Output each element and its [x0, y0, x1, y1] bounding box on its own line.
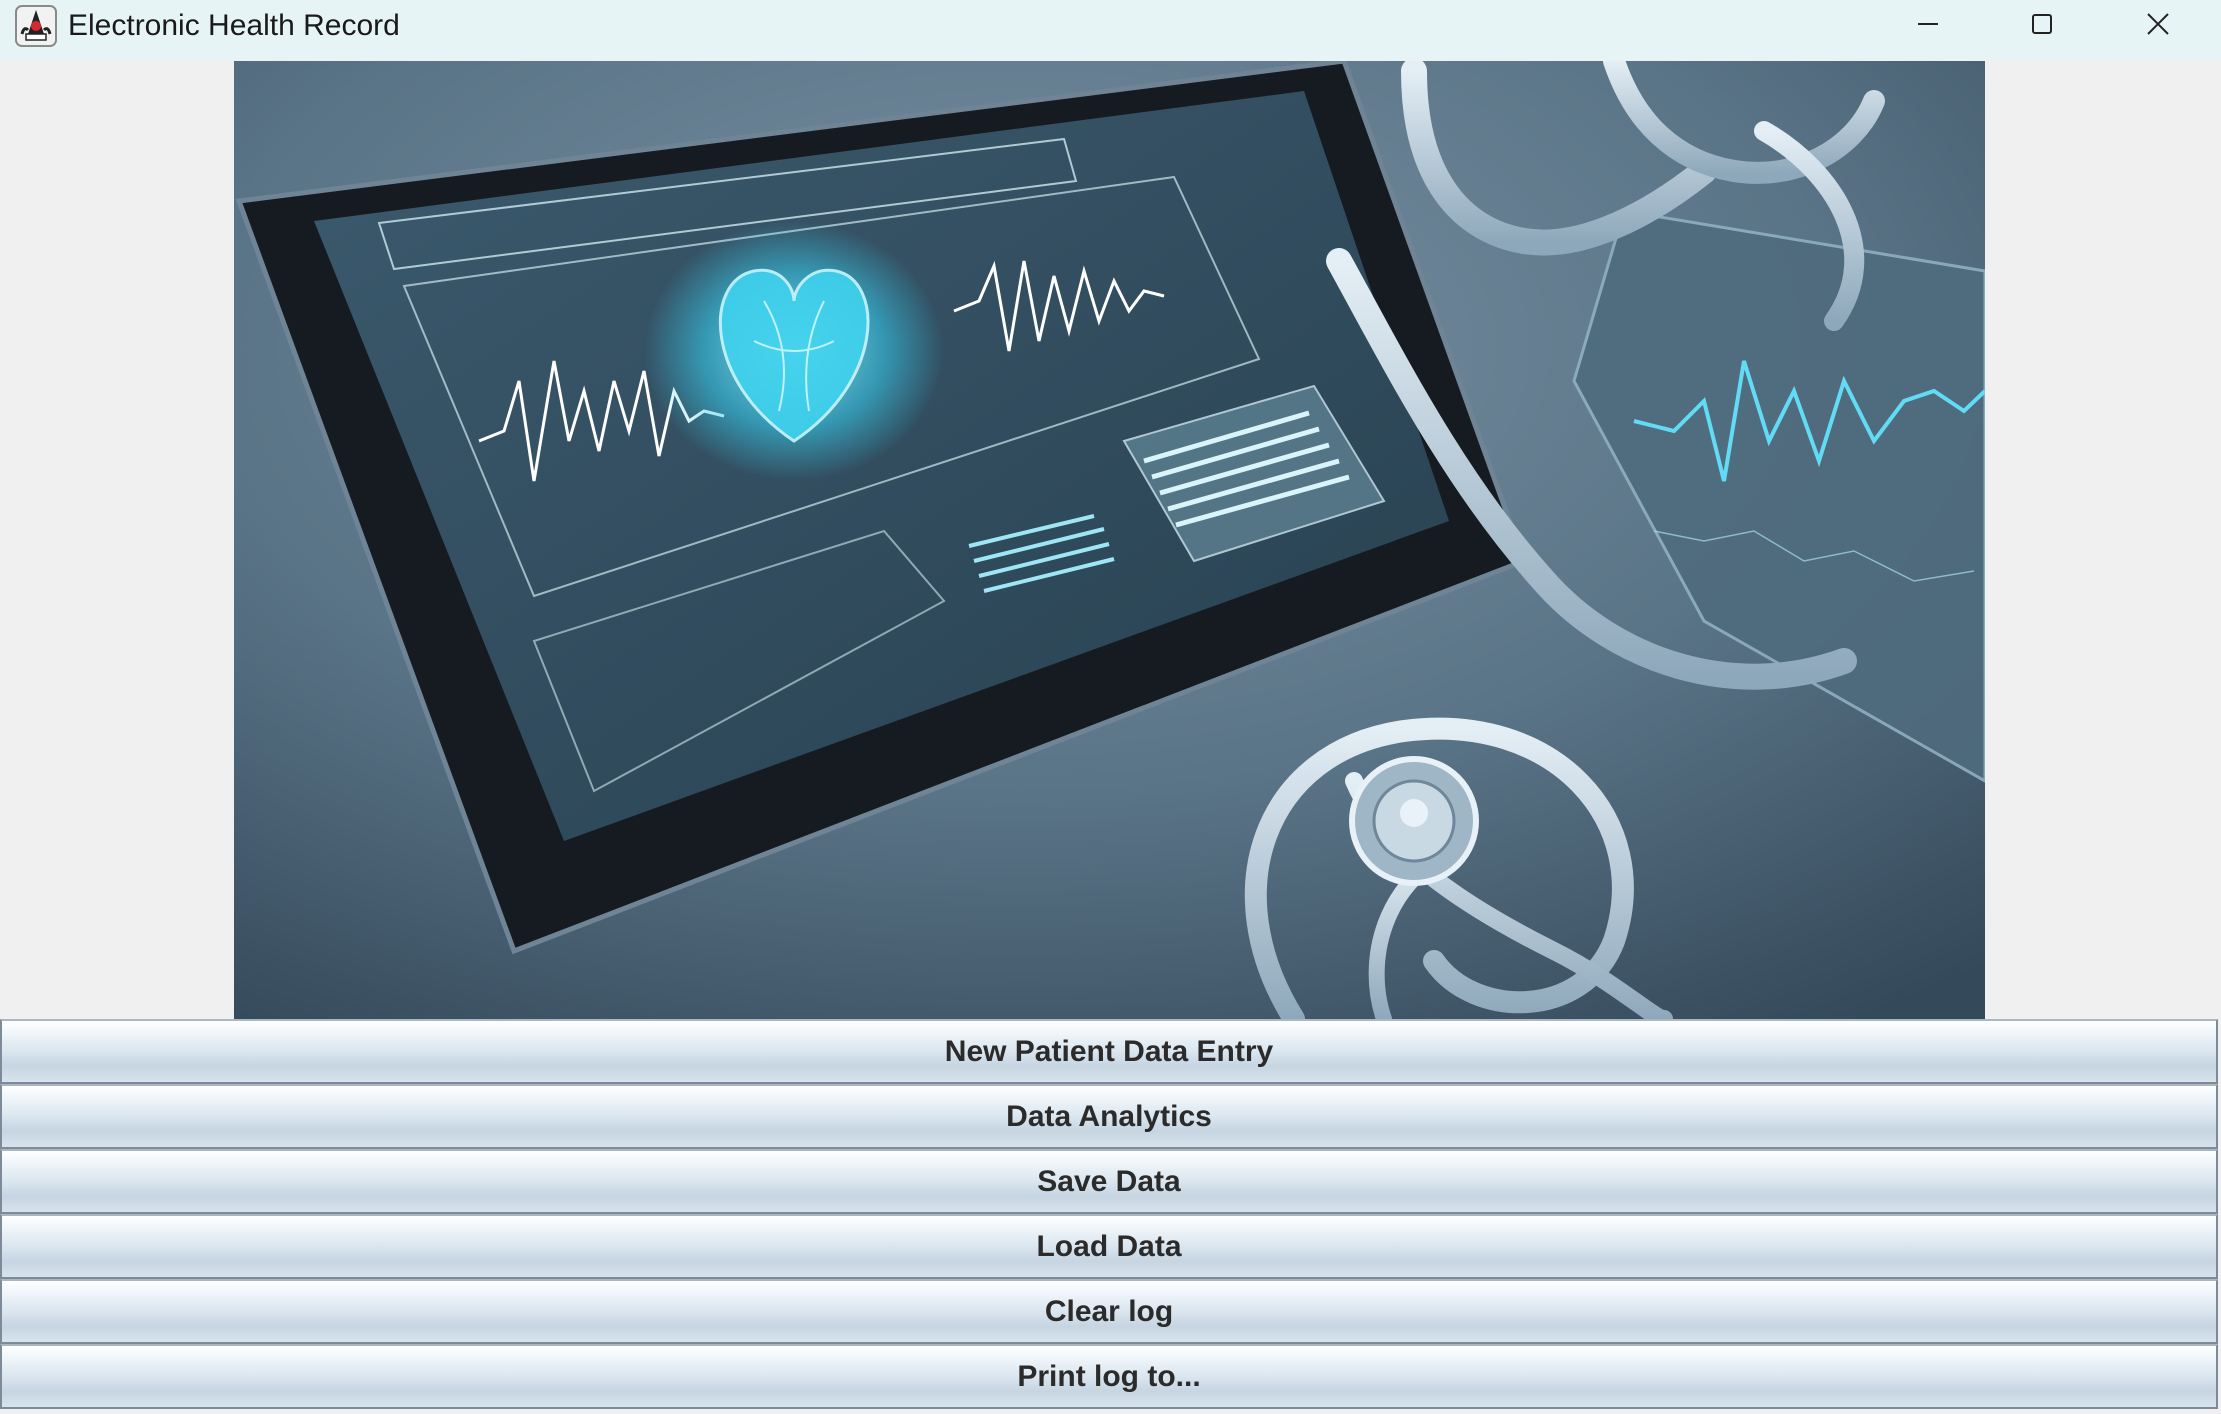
minimize-button[interactable] — [1870, 0, 1986, 52]
window-title: Electronic Health Record — [68, 9, 400, 42]
maximize-button[interactable] — [1984, 0, 2100, 52]
load-data-button[interactable]: Load Data — [0, 1214, 2218, 1279]
new-patient-data-entry-button[interactable]: New Patient Data Entry — [0, 1019, 2218, 1084]
close-button[interactable] — [2100, 0, 2216, 52]
stethoscope-chestpiece — [1349, 756, 1479, 886]
print-log-button[interactable]: Print log to... — [0, 1344, 2218, 1409]
action-button-list: New Patient Data Entry Data Analytics Sa… — [0, 1019, 2218, 1409]
close-icon — [2146, 12, 2170, 41]
minimize-icon — [1916, 12, 1940, 41]
maximize-icon — [2030, 12, 2054, 41]
java-duke-icon — [14, 4, 58, 48]
title-bar: Electronic Health Record — [0, 0, 2221, 60]
hero-image — [234, 61, 1985, 1019]
save-data-button[interactable]: Save Data — [0, 1149, 2218, 1214]
clear-log-button[interactable]: Clear log — [0, 1279, 2218, 1344]
data-analytics-button[interactable]: Data Analytics — [0, 1084, 2218, 1149]
